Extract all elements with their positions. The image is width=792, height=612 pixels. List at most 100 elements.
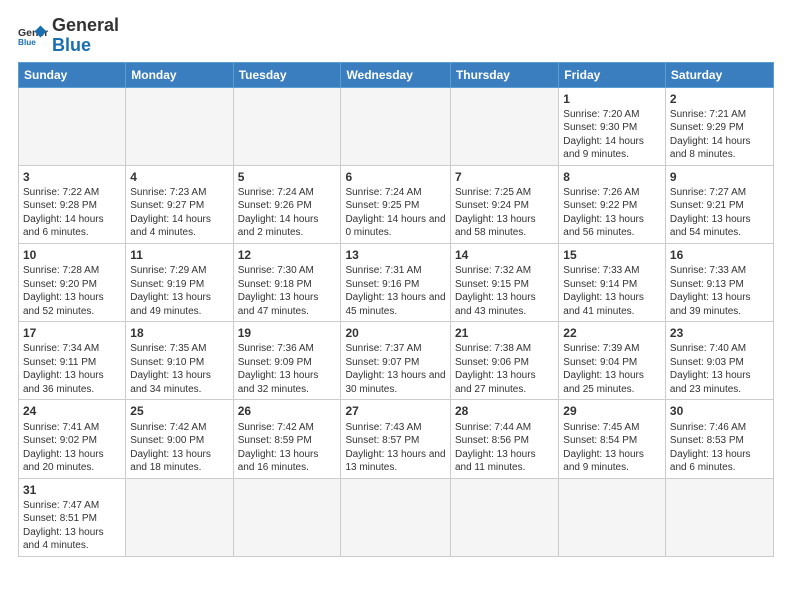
calendar-cell: 13Sunrise: 7:31 AMSunset: 9:16 PMDayligh… [341, 243, 451, 321]
calendar-cell: 14Sunrise: 7:32 AMSunset: 9:15 PMDayligh… [450, 243, 558, 321]
week-row-3: 17Sunrise: 7:34 AMSunset: 9:11 PMDayligh… [19, 322, 774, 400]
calendar-cell [19, 87, 126, 165]
day-number: 27 [345, 403, 446, 419]
day-info: Sunrise: 7:33 AMSunset: 9:14 PMDaylight:… [563, 264, 661, 318]
calendar-cell: 9Sunrise: 7:27 AMSunset: 9:21 PMDaylight… [665, 165, 773, 243]
week-row-5: 31Sunrise: 7:47 AMSunset: 8:51 PMDayligh… [19, 478, 774, 556]
day-info: Sunrise: 7:47 AMSunset: 8:51 PMDaylight:… [23, 499, 121, 553]
calendar-cell: 15Sunrise: 7:33 AMSunset: 9:14 PMDayligh… [559, 243, 666, 321]
calendar-cell: 26 Sunrise: 7:42 AMSunset: 8:59 PMDayligh… [233, 400, 341, 478]
day-info: Sunrise: 7:34 AMSunset: 9:11 PMDaylight:… [23, 342, 121, 396]
calendar-cell: 18Sunrise: 7:35 AMSunset: 9:10 PMDayligh… [126, 322, 233, 400]
day-info: Sunrise: 7:41 AMSunset: 9:02 PMDaylight:… [23, 421, 121, 475]
calendar-cell [559, 478, 666, 556]
day-number: 28 [455, 403, 554, 419]
calendar-table: SundayMondayTuesdayWednesdayThursdayFrid… [18, 62, 774, 557]
calendar-cell: 10Sunrise: 7:28 AMSunset: 9:20 PMDayligh… [19, 243, 126, 321]
weekday-header-wednesday: Wednesday [341, 62, 451, 87]
day-number: 18 [130, 325, 228, 341]
calendar-cell: 12Sunrise: 7:30 AMSunset: 9:18 PMDayligh… [233, 243, 341, 321]
day-number: 14 [455, 247, 554, 263]
calendar-cell [126, 87, 233, 165]
day-number: 11 [130, 247, 228, 263]
calendar-cell: 5Sunrise: 7:24 AMSunset: 9:26 PMDaylight… [233, 165, 341, 243]
day-number: 5 [238, 169, 337, 185]
weekday-header-row: SundayMondayTuesdayWednesdayThursdayFrid… [19, 62, 774, 87]
calendar-cell: 22Sunrise: 7:39 AMSunset: 9:04 PMDayligh… [559, 322, 666, 400]
calendar-cell: 29Sunrise: 7:45 AMSunset: 8:54 PMDayligh… [559, 400, 666, 478]
calendar-cell: 7Sunrise: 7:25 AMSunset: 9:24 PMDaylight… [450, 165, 558, 243]
calendar-cell [450, 87, 558, 165]
logo-blue-text: Blue [52, 36, 119, 56]
day-info: Sunrise: 7:35 AMSunset: 9:10 PMDaylight:… [130, 342, 228, 396]
weekday-header-monday: Monday [126, 62, 233, 87]
calendar-cell: 25Sunrise: 7:42 AMSunset: 9:00 PMDayligh… [126, 400, 233, 478]
generalblue-logo-icon: General Blue [18, 24, 48, 48]
day-info: Sunrise: 7:24 AMSunset: 9:25 PMDaylight:… [345, 186, 446, 240]
day-number: 13 [345, 247, 446, 263]
day-info: Sunrise: 7:40 AMSunset: 9:03 PMDaylight:… [670, 342, 769, 396]
weekday-header-tuesday: Tuesday [233, 62, 341, 87]
day-number: 1 [563, 91, 661, 107]
weekday-header-saturday: Saturday [665, 62, 773, 87]
calendar-cell: 3Sunrise: 7:22 AMSunset: 9:28 PMDaylight… [19, 165, 126, 243]
day-number: 26 [238, 403, 337, 419]
day-number: 17 [23, 325, 121, 341]
day-number: 6 [345, 169, 446, 185]
week-row-0: 1Sunrise: 7:20 AMSunset: 9:30 PMDaylight… [19, 87, 774, 165]
calendar-cell: 23Sunrise: 7:40 AMSunset: 9:03 PMDayligh… [665, 322, 773, 400]
day-info: Sunrise: 7:37 AMSunset: 9:07 PMDaylight:… [345, 342, 446, 396]
day-info: Sunrise: 7:43 AMSunset: 8:57 PMDaylight:… [345, 421, 446, 475]
calendar-cell [233, 87, 341, 165]
calendar-cell: 2Sunrise: 7:21 AMSunset: 9:29 PMDaylight… [665, 87, 773, 165]
day-info: Sunrise: 7:23 AMSunset: 9:27 PMDaylight:… [130, 186, 228, 240]
day-info: Sunrise: 7:38 AMSunset: 9:06 PMDaylight:… [455, 342, 554, 396]
day-number: 10 [23, 247, 121, 263]
day-number: 9 [670, 169, 769, 185]
calendar-cell [341, 478, 451, 556]
week-row-2: 10Sunrise: 7:28 AMSunset: 9:20 PMDayligh… [19, 243, 774, 321]
day-number: 3 [23, 169, 121, 185]
day-info: Sunrise: 7:45 AMSunset: 8:54 PMDaylight:… [563, 421, 661, 475]
day-info: Sunrise: 7:42 AMSunset: 8:59 PMDaylight:… [238, 421, 337, 475]
day-number: 7 [455, 169, 554, 185]
day-info: Sunrise: 7:25 AMSunset: 9:24 PMDaylight:… [455, 186, 554, 240]
calendar-cell: 30Sunrise: 7:46 AMSunset: 8:53 PMDayligh… [665, 400, 773, 478]
calendar-cell: 27 Sunrise: 7:43 AMSunset: 8:57 PMDayligh… [341, 400, 451, 478]
day-info: Sunrise: 7:27 AMSunset: 9:21 PMDaylight:… [670, 186, 769, 240]
day-number: 25 [130, 403, 228, 419]
day-number: 30 [670, 403, 769, 419]
day-info: Sunrise: 7:28 AMSunset: 9:20 PMDaylight:… [23, 264, 121, 318]
day-info: Sunrise: 7:22 AMSunset: 9:28 PMDaylight:… [23, 186, 121, 240]
calendar-cell [341, 87, 451, 165]
day-info: Sunrise: 7:29 AMSunset: 9:19 PMDaylight:… [130, 264, 228, 318]
day-info: Sunrise: 7:21 AMSunset: 9:29 PMDaylight:… [670, 108, 769, 162]
calendar-cell: 21Sunrise: 7:38 AMSunset: 9:06 PMDayligh… [450, 322, 558, 400]
day-number: 8 [563, 169, 661, 185]
day-info: Sunrise: 7:39 AMSunset: 9:04 PMDaylight:… [563, 342, 661, 396]
day-info: Sunrise: 7:44 AMSunset: 8:56 PMDaylight:… [455, 421, 554, 475]
day-number: 20 [345, 325, 446, 341]
calendar-cell [126, 478, 233, 556]
calendar-cell: 17Sunrise: 7:34 AMSunset: 9:11 PMDayligh… [19, 322, 126, 400]
day-number: 31 [23, 482, 121, 498]
day-info: Sunrise: 7:20 AMSunset: 9:30 PMDaylight:… [563, 108, 661, 162]
day-number: 15 [563, 247, 661, 263]
day-info: Sunrise: 7:32 AMSunset: 9:15 PMDaylight:… [455, 264, 554, 318]
day-number: 21 [455, 325, 554, 341]
day-number: 16 [670, 247, 769, 263]
calendar-cell: 31Sunrise: 7:47 AMSunset: 8:51 PMDayligh… [19, 478, 126, 556]
day-info: Sunrise: 7:31 AMSunset: 9:16 PMDaylight:… [345, 264, 446, 318]
calendar-cell: 11Sunrise: 7:29 AMSunset: 9:19 PMDayligh… [126, 243, 233, 321]
day-number: 23 [670, 325, 769, 341]
page: General Blue General Blue SundayMondayTu… [0, 0, 792, 612]
calendar-cell: 8Sunrise: 7:26 AMSunset: 9:22 PMDaylight… [559, 165, 666, 243]
svg-text:Blue: Blue [18, 38, 36, 47]
day-number: 24 [23, 403, 121, 419]
calendar-cell [450, 478, 558, 556]
day-info: Sunrise: 7:26 AMSunset: 9:22 PMDaylight:… [563, 186, 661, 240]
calendar-cell: 20Sunrise: 7:37 AMSunset: 9:07 PMDayligh… [341, 322, 451, 400]
calendar-cell: 6Sunrise: 7:24 AMSunset: 9:25 PMDaylight… [341, 165, 451, 243]
calendar-cell [233, 478, 341, 556]
weekday-header-friday: Friday [559, 62, 666, 87]
